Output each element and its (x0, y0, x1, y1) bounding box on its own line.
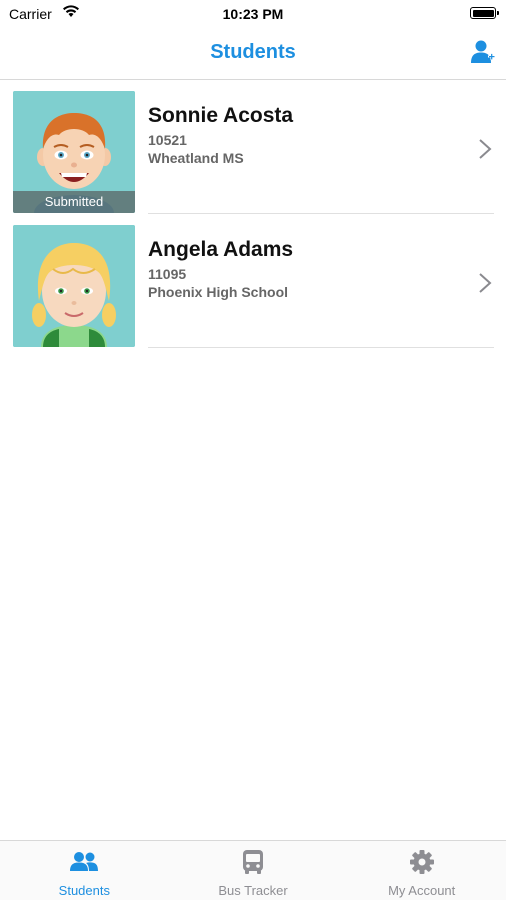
tab-label: My Account (388, 883, 456, 898)
student-id: 11095 (148, 266, 187, 282)
navigation-bar: Students (0, 28, 506, 80)
student-row-angela-adams[interactable]: Angela Adams 11095 Phoenix High School (0, 214, 506, 348)
bus-icon (243, 850, 263, 874)
battery-icon (470, 7, 499, 19)
student-school: Phoenix High School (148, 284, 289, 300)
gear-icon (409, 850, 434, 874)
tab-label: Students (58, 883, 110, 898)
row-divider (148, 347, 494, 348)
status-bar: Carrier 10:23 PM (0, 0, 506, 28)
student-row-sonnie-acosta[interactable]: Submitted Sonnie Acosta 10521 Wheatland … (0, 80, 506, 214)
tab-label: Bus Tracker (218, 883, 288, 898)
tab-bus-tracker[interactable]: Bus Tracker (169, 841, 338, 900)
student-avatar (13, 225, 135, 347)
student-name: Angela Adams (148, 238, 294, 261)
student-school: Wheatland MS (148, 150, 244, 166)
chevron-right-icon (479, 273, 492, 293)
student-id: 10521 (148, 132, 187, 148)
people-icon (70, 852, 99, 871)
submitted-badge: Submitted (13, 191, 135, 213)
student-avatar: Submitted (13, 91, 135, 213)
status-time: 10:23 PM (222, 6, 284, 22)
chevron-right-icon (479, 139, 492, 159)
add-student-icon[interactable] (470, 38, 496, 64)
girl-avatar-image (13, 225, 135, 347)
tab-students[interactable]: Students (0, 841, 169, 900)
tab-bar: Students Bus Tracker My Account (0, 840, 506, 900)
student-name: Sonnie Acosta (148, 104, 294, 127)
tab-my-account[interactable]: My Account (337, 841, 506, 900)
student-list: Submitted Sonnie Acosta 10521 Wheatland … (0, 80, 506, 348)
page-title: Students (210, 41, 296, 63)
